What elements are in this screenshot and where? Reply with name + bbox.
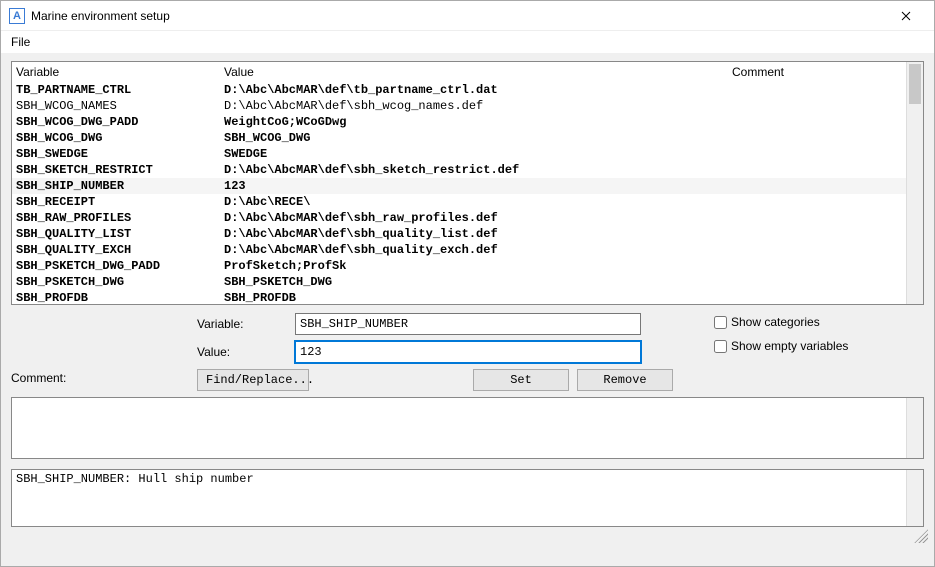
cell-comment <box>732 178 902 194</box>
col-header-comment: Comment <box>732 64 902 80</box>
cell-variable: SBH_RECEIPT <box>16 194 224 210</box>
cell-comment <box>732 146 902 162</box>
menubar: File <box>1 31 934 53</box>
cell-value: SWEDGE <box>224 146 732 162</box>
table-row[interactable]: SBH_SWEDGESWEDGE <box>12 146 906 162</box>
table-row[interactable]: SBH_SKETCH_RESTRICTD:\Abc\AbcMAR\def\sbh… <box>12 162 906 178</box>
table-row[interactable]: SBH_QUALITY_LISTD:\Abc\AbcMAR\def\sbh_qu… <box>12 226 906 242</box>
table-row[interactable]: SBH_WCOG_NAMESD:\Abc\AbcMAR\def\sbh_wcog… <box>12 98 906 114</box>
cell-comment <box>732 194 902 210</box>
variable-listbox: Variable Value Comment TB_PARTNAME_CTRLD… <box>11 61 924 305</box>
variable-label: Variable: <box>197 317 287 331</box>
cell-comment <box>732 274 902 290</box>
cell-variable: SBH_PROFDB <box>16 290 224 304</box>
cell-variable: SBH_WCOG_DWG_PADD <box>16 114 224 130</box>
info-scrollbar[interactable] <box>906 470 923 526</box>
comment-textarea[interactable] <box>11 397 924 459</box>
close-button[interactable] <box>886 2 926 30</box>
info-text: SBH_SHIP_NUMBER: Hull ship number <box>12 470 906 526</box>
listbox-scrollbar[interactable] <box>906 62 923 304</box>
cell-value: SBH_PSKETCH_DWG <box>224 274 732 290</box>
form-area: Comment: Variable: Value: Find/Replace..… <box>11 313 924 391</box>
close-icon <box>901 11 911 21</box>
cell-value: D:\Abc\AbcMAR\def\tb_partname_ctrl.dat <box>224 82 732 98</box>
table-row[interactable]: TB_PARTNAME_CTRLD:\Abc\AbcMAR\def\tb_par… <box>12 82 906 98</box>
cell-variable: SBH_RAW_PROFILES <box>16 210 224 226</box>
cell-value: SBH_PROFDB <box>224 290 732 304</box>
scrollbar-thumb[interactable] <box>909 64 921 104</box>
cell-variable: SBH_SWEDGE <box>16 146 224 162</box>
find-replace-button[interactable]: Find/Replace... <box>197 369 309 391</box>
cell-variable: SBH_QUALITY_EXCH <box>16 242 224 258</box>
cell-comment <box>732 226 902 242</box>
remove-button[interactable]: Remove <box>577 369 673 391</box>
show-categories-checkbox[interactable]: Show categories <box>714 315 924 329</box>
cell-comment <box>732 162 902 178</box>
table-row[interactable]: SBH_SHIP_NUMBER123 <box>12 178 906 194</box>
listbox-body[interactable]: Variable Value Comment TB_PARTNAME_CTRLD… <box>12 62 906 304</box>
table-row[interactable]: SBH_QUALITY_EXCHD:\Abc\AbcMAR\def\sbh_qu… <box>12 242 906 258</box>
cell-value: D:\Abc\AbcMAR\def\sbh_raw_profiles.def <box>224 210 732 226</box>
listbox-header: Variable Value Comment <box>12 62 906 82</box>
cell-value: D:\Abc\AbcMAR\def\sbh_sketch_restrict.de… <box>224 162 732 178</box>
cell-variable: SBH_PSKETCH_DWG_PADD <box>16 258 224 274</box>
set-button[interactable]: Set <box>473 369 569 391</box>
cell-value: 123 <box>224 178 732 194</box>
app-icon: A <box>9 8 25 24</box>
cell-value: ProfSketch;ProfSk <box>224 258 732 274</box>
table-row[interactable]: SBH_PROFDBSBH_PROFDB <box>12 290 906 304</box>
value-input[interactable] <box>295 341 641 363</box>
comment-label: Comment: <box>11 371 187 385</box>
cell-comment <box>732 98 902 114</box>
show-categories-label: Show categories <box>731 315 820 329</box>
window-title: Marine environment setup <box>31 9 886 23</box>
resize-grip[interactable] <box>914 529 928 543</box>
value-label: Value: <box>197 345 287 359</box>
cell-value: D:\Abc\RECE\ <box>224 194 732 210</box>
cell-comment <box>732 242 902 258</box>
cell-comment <box>732 82 902 98</box>
variable-input[interactable] <box>295 313 641 335</box>
table-row[interactable]: SBH_RECEIPTD:\Abc\RECE\ <box>12 194 906 210</box>
cell-comment <box>732 130 902 146</box>
menu-file[interactable]: File <box>5 33 36 51</box>
cell-value: D:\Abc\AbcMAR\def\sbh_quality_exch.def <box>224 242 732 258</box>
col-header-variable: Variable <box>16 64 224 80</box>
show-empty-input[interactable] <box>714 340 727 353</box>
show-categories-input[interactable] <box>714 316 727 329</box>
titlebar: A Marine environment setup <box>1 1 934 31</box>
cell-variable: SBH_WCOG_NAMES <box>16 98 224 114</box>
col-header-value: Value <box>224 64 732 80</box>
cell-variable: SBH_QUALITY_LIST <box>16 226 224 242</box>
cell-value: SBH_WCOG_DWG <box>224 130 732 146</box>
cell-variable: SBH_SHIP_NUMBER <box>16 178 224 194</box>
show-empty-checkbox[interactable]: Show empty variables <box>714 339 924 353</box>
table-row[interactable]: SBH_WCOG_DWGSBH_WCOG_DWG <box>12 130 906 146</box>
client-area: Variable Value Comment TB_PARTNAME_CTRLD… <box>1 53 934 566</box>
comment-textarea-inner <box>12 398 906 458</box>
cell-variable: SBH_PSKETCH_DWG <box>16 274 224 290</box>
cell-variable: TB_PARTNAME_CTRL <box>16 82 224 98</box>
table-row[interactable]: SBH_PSKETCH_DWGSBH_PSKETCH_DWG <box>12 274 906 290</box>
cell-value: D:\Abc\AbcMAR\def\sbh_quality_list.def <box>224 226 732 242</box>
info-box: SBH_SHIP_NUMBER: Hull ship number <box>11 469 924 527</box>
cell-comment <box>732 210 902 226</box>
cell-value: D:\Abc\AbcMAR\def\sbh_wcog_names.def <box>224 98 732 114</box>
cell-comment <box>732 114 902 130</box>
comment-scrollbar[interactable] <box>906 398 923 458</box>
table-row[interactable]: SBH_RAW_PROFILESD:\Abc\AbcMAR\def\sbh_ra… <box>12 210 906 226</box>
cell-comment <box>732 258 902 274</box>
table-row[interactable]: SBH_WCOG_DWG_PADDWeightCoG;WCoGDwg <box>12 114 906 130</box>
cell-comment <box>732 290 902 304</box>
table-row[interactable]: SBH_PSKETCH_DWG_PADDProfSketch;ProfSk <box>12 258 906 274</box>
show-empty-label: Show empty variables <box>731 339 848 353</box>
cell-value: WeightCoG;WCoGDwg <box>224 114 732 130</box>
cell-variable: SBH_WCOG_DWG <box>16 130 224 146</box>
cell-variable: SBH_SKETCH_RESTRICT <box>16 162 224 178</box>
